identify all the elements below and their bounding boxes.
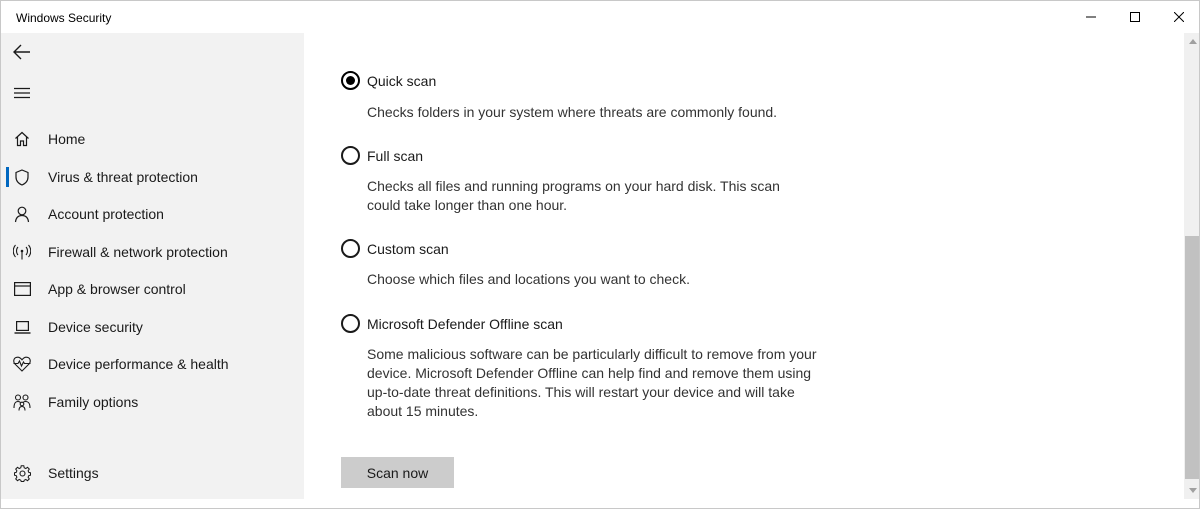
sidebar-item-family-options[interactable]: Family options <box>1 384 304 420</box>
sidebar-item-label: Virus & threat protection <box>48 169 198 185</box>
sidebar: Home Virus & threat protection Account p… <box>1 33 304 499</box>
sidebar-item-label: Home <box>48 131 86 147</box>
family-icon <box>13 393 31 411</box>
full-scan-option[interactable]: Full scan <box>341 146 423 165</box>
sidebar-item-home[interactable]: Home <box>1 121 304 157</box>
custom-scan-radio[interactable] <box>341 239 360 258</box>
sidebar-item-account-protection[interactable]: Account protection <box>1 196 304 232</box>
wifi-antenna-icon <box>13 243 31 261</box>
close-button[interactable] <box>1156 1 1199 33</box>
minimize-button[interactable] <box>1068 1 1114 33</box>
scan-now-button[interactable]: Scan now <box>341 457 454 488</box>
sidebar-item-label: Firewall & network protection <box>48 244 228 260</box>
maximize-icon <box>1130 12 1140 22</box>
back-button[interactable] <box>7 37 37 67</box>
maximize-button[interactable] <box>1112 1 1158 33</box>
quick-scan-option[interactable]: Quick scan <box>341 71 436 90</box>
custom-scan-option[interactable]: Custom scan <box>341 239 449 258</box>
option-label: Quick scan <box>367 72 437 89</box>
option-description: Choose which files and locations you wan… <box>367 271 690 287</box>
back-arrow-icon <box>13 44 30 60</box>
sidebar-item-label: Device performance & health <box>48 356 229 372</box>
full-scan-radio[interactable] <box>341 146 360 165</box>
option-description: Checks all files and running programs on… <box>367 178 780 213</box>
sidebar-item-label: Device security <box>48 319 143 335</box>
sidebar-item-device-security[interactable]: Device security <box>1 309 304 345</box>
gear-icon <box>13 464 31 482</box>
option-label: Microsoft Defender Offline scan <box>367 315 563 332</box>
hamburger-menu-icon <box>14 87 30 99</box>
shield-icon <box>13 168 31 186</box>
title-bar[interactable]: Windows Security <box>1 1 1199 33</box>
minimize-icon <box>1086 16 1096 18</box>
sidebar-item-label: App & browser control <box>48 281 186 297</box>
sidebar-item-label: Family options <box>48 394 139 410</box>
sidebar-item-virus-threat-protection[interactable]: Virus & threat protection <box>1 159 304 195</box>
chevron-down-icon <box>1188 488 1197 493</box>
heart-pulse-icon <box>13 355 31 373</box>
person-icon <box>13 205 31 223</box>
window-title: Windows Security <box>16 11 112 25</box>
scrollbar-thumb[interactable] <box>1185 236 1199 479</box>
chevron-up-icon <box>1188 39 1197 44</box>
hamburger-menu-button[interactable] <box>7 78 37 108</box>
quick-scan-radio[interactable] <box>341 71 360 90</box>
option-label: Custom scan <box>367 240 449 257</box>
laptop-icon <box>13 318 31 336</box>
option-description: Some malicious software can be particula… <box>367 346 817 419</box>
scroll-up-button[interactable] <box>1184 33 1199 50</box>
windows-security-window: Windows Security Home Virus & threat pro… <box>0 0 1200 509</box>
home-icon <box>13 130 31 148</box>
defender-offline-scan-option[interactable]: Microsoft Defender Offline scan <box>341 314 563 333</box>
scan-options-panel: Quick scan Checks folders in your system… <box>304 33 1184 499</box>
close-icon <box>1174 12 1184 22</box>
sidebar-item-label: Account protection <box>48 206 164 222</box>
vertical-scrollbar[interactable] <box>1184 33 1199 499</box>
browser-window-icon <box>13 280 31 298</box>
sidebar-item-label: Settings <box>48 465 99 481</box>
option-label: Full scan <box>367 147 424 164</box>
defender-offline-scan-radio[interactable] <box>341 314 360 333</box>
option-description: Checks folders in your system where thre… <box>367 104 778 120</box>
sidebar-item-device-performance-health[interactable]: Device performance & health <box>1 346 304 382</box>
scroll-down-button[interactable] <box>1184 482 1199 499</box>
sidebar-item-firewall-network-protection[interactable]: Firewall & network protection <box>1 234 304 270</box>
sidebar-item-app-browser-control[interactable]: App & browser control <box>1 271 304 307</box>
sidebar-item-settings[interactable]: Settings <box>1 455 304 491</box>
